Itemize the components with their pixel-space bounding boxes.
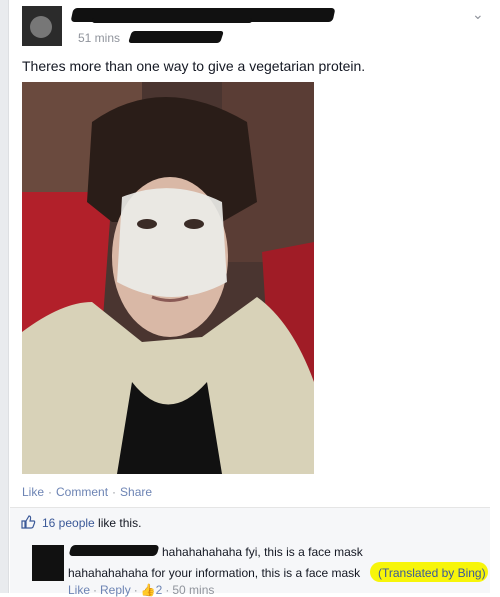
- post-text: Theres more than one way to give a veget…: [22, 58, 366, 74]
- comment-link[interactable]: Comment: [56, 485, 108, 499]
- likes-summary: 16 people like this.: [42, 516, 141, 530]
- small-thumbs-up-icon: 👍: [140, 583, 156, 597]
- thumbs-up-icon: [20, 514, 36, 535]
- translated-by-bing-link[interactable]: (Translated by Bing): [378, 566, 486, 580]
- post-timestamp[interactable]: 51 mins: [78, 31, 120, 45]
- comment-original-text: hahahahahaha fyi, this is a face mask: [162, 545, 363, 559]
- post-photo[interactable]: [22, 82, 314, 474]
- likes-suffix: like this.: [94, 516, 142, 530]
- like-link[interactable]: Like: [22, 485, 44, 499]
- share-link[interactable]: Share: [120, 485, 152, 499]
- comment-actions: Like · Reply · 👍2 · 50 mins: [68, 583, 215, 597]
- comment-translated-text: hahahahahaha for your information, this …: [68, 566, 361, 580]
- redacted-commenter-name: [68, 545, 160, 556]
- post-actions: Like · Comment · Share: [22, 485, 153, 499]
- redacted-meta: [128, 31, 224, 43]
- chevron-down-icon[interactable]: ⌄: [472, 6, 484, 23]
- author-avatar[interactable]: [22, 6, 62, 46]
- comment-timestamp[interactable]: 50 mins: [172, 583, 214, 597]
- comment-likes-count[interactable]: 2: [156, 583, 163, 597]
- commenter-avatar[interactable]: [32, 545, 64, 581]
- likes-count-link[interactable]: 16 people: [42, 516, 95, 530]
- comment-reply-link[interactable]: Reply: [100, 583, 131, 597]
- post-header: 51 mins: [22, 6, 462, 46]
- page-edge: [0, 0, 8, 593]
- redacted-scribble: [92, 18, 252, 23]
- comment-like-link[interactable]: Like: [68, 583, 90, 597]
